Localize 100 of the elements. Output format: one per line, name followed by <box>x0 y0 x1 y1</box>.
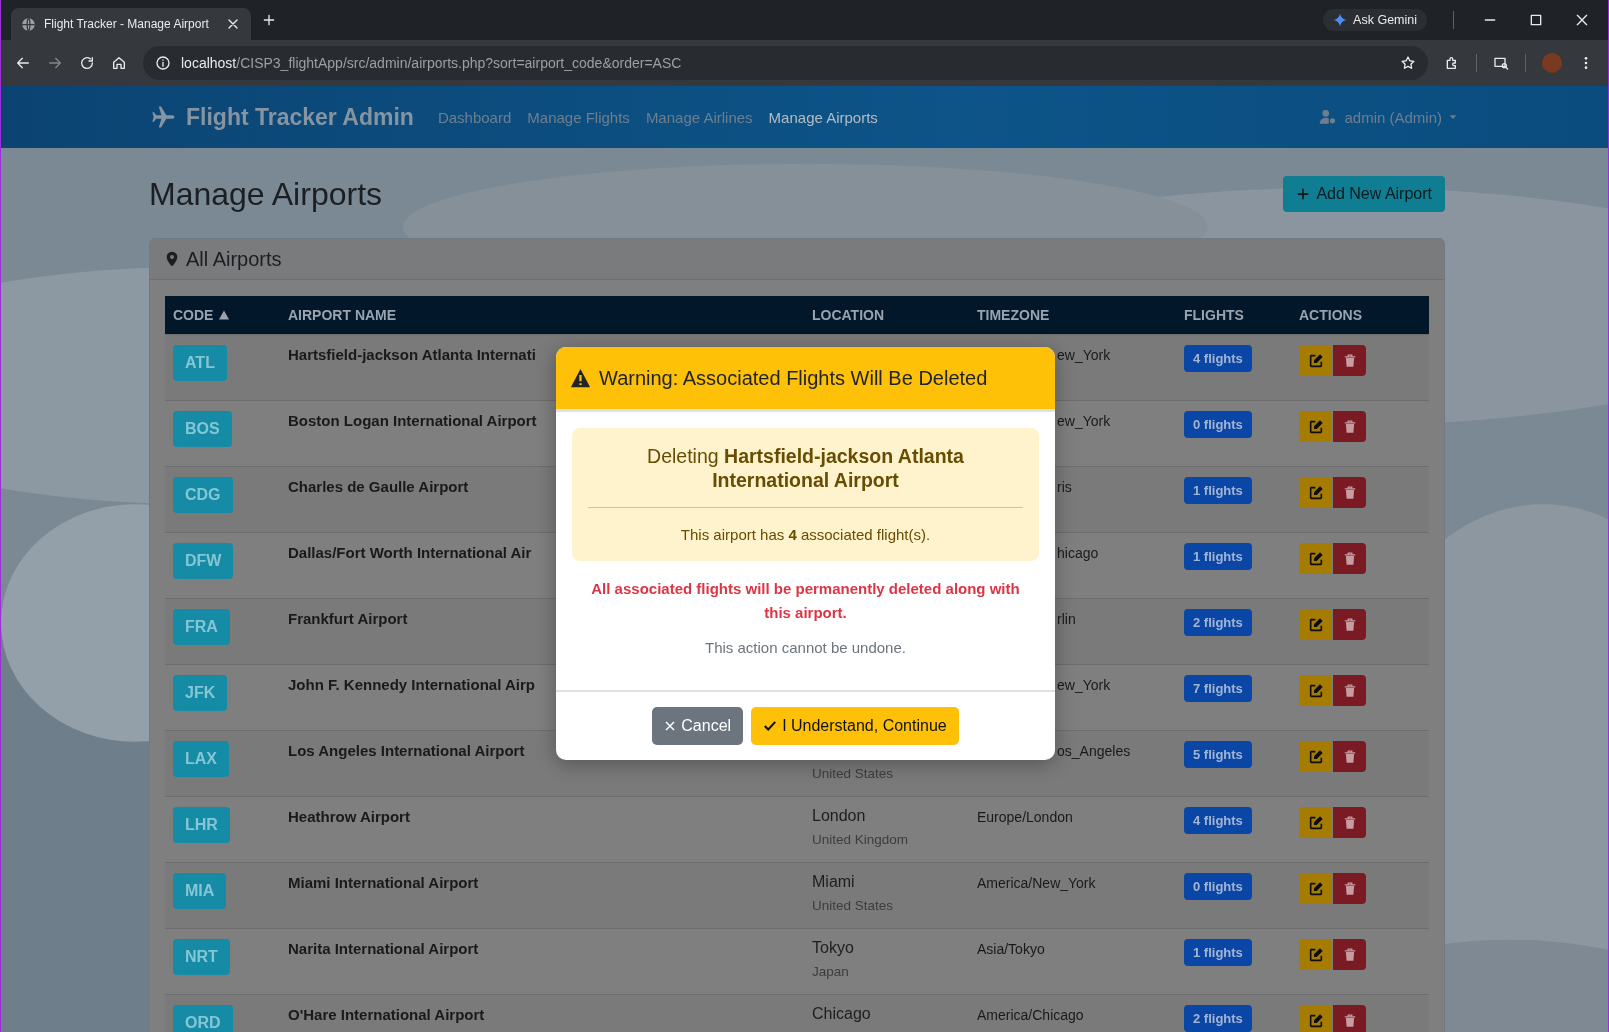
delete-button[interactable] <box>1333 477 1366 508</box>
edit-button[interactable] <box>1299 609 1332 640</box>
timezone-text: ris <box>1057 478 1072 495</box>
url-path: /CISP3_flightApp/src/admin/airports.php?sort=airport_code&order=ASC <box>236 55 682 71</box>
column-header[interactable]: TIMEZONE <box>977 307 1050 323</box>
flights-count: 0 flights <box>1184 411 1252 438</box>
city-text: Miami <box>812 873 855 890</box>
edit-icon <box>1307 616 1324 633</box>
caret-icon <box>1448 112 1458 122</box>
sort-ascending-icon[interactable] <box>218 309 231 321</box>
column-header[interactable]: ACTIONS <box>1299 307 1362 323</box>
trash-icon <box>1342 551 1357 566</box>
nav-link[interactable]: Manage Airports <box>768 108 878 126</box>
edit-button[interactable] <box>1299 411 1332 442</box>
flights-count: 4 flights <box>1184 807 1252 834</box>
flights-count: 1 flights <box>1184 543 1252 570</box>
edit-button[interactable] <box>1299 345 1332 376</box>
column-header[interactable]: CODE <box>173 307 214 323</box>
edit-button[interactable] <box>1299 741 1332 772</box>
airport-code: CDG <box>173 477 233 513</box>
edit-button[interactable] <box>1299 939 1332 970</box>
airport-code: MIA <box>173 873 227 909</box>
country-text: Japan <box>812 964 849 979</box>
flights-count: 0 flights <box>1184 873 1252 900</box>
airport-code: DFW <box>173 543 234 579</box>
plus-icon <box>1296 187 1311 201</box>
address-bar[interactable]: localhost/CISP3_flightApp/src/admin/airports.php?sort=airport_code&order=ASC <box>143 46 1428 80</box>
airport-code: ATL <box>173 345 227 381</box>
browser-tab[interactable]: Flight Tracker - Manage Airport <box>11 8 251 40</box>
page-title: Manage Airports <box>149 175 382 213</box>
city-text: Tokyo <box>812 939 854 956</box>
edit-icon <box>1307 814 1324 831</box>
flights-count: 1 flights <box>1184 477 1252 504</box>
back-icon[interactable] <box>15 55 31 71</box>
trash-icon <box>1342 353 1357 368</box>
delete-button[interactable] <box>1333 1005 1366 1032</box>
add-airport-button[interactable]: Add New Airport <box>1283 176 1445 212</box>
airport-name: Dallas/Fort Worth International Air <box>288 543 532 561</box>
delete-button[interactable] <box>1333 873 1366 904</box>
timezone-text: os_Angeles <box>1057 742 1131 759</box>
delete-button[interactable] <box>1333 345 1366 376</box>
delete-button[interactable] <box>1333 609 1366 640</box>
star-icon[interactable] <box>1400 55 1416 71</box>
maximize-icon[interactable] <box>1528 12 1544 28</box>
cancel-button[interactable]: Cancel <box>652 707 744 745</box>
airport-code: FRA <box>173 609 230 645</box>
edit-button[interactable] <box>1299 873 1332 904</box>
trash-icon <box>1342 947 1357 962</box>
airport-name: Heathrow Airport <box>288 807 410 825</box>
flight-count-text: This airport has 4 associated flight(s). <box>680 526 931 543</box>
close-icon[interactable] <box>1574 12 1590 28</box>
airport-code: NRT <box>173 939 230 975</box>
edit-button[interactable] <box>1299 675 1332 706</box>
trash-icon <box>1342 881 1357 896</box>
edit-icon <box>1307 418 1324 435</box>
trash-icon <box>1342 419 1357 434</box>
assistant-button[interactable]: Ask Gemini <box>1323 9 1427 31</box>
airport-code: LHR <box>173 807 230 843</box>
info-icon[interactable] <box>155 55 171 71</box>
edit-icon <box>1307 1012 1324 1029</box>
column-header[interactable]: AIRPORT NAME <box>288 307 397 323</box>
url-host: localhost <box>181 55 237 71</box>
airport-name: John F. Kennedy International Airp <box>288 675 535 693</box>
trash-icon <box>1342 485 1357 500</box>
warning-icon <box>570 367 591 389</box>
flights-count: 2 flights <box>1184 609 1252 636</box>
delete-button[interactable] <box>1333 411 1366 442</box>
modal-title: Warning: Associated Flights Will Be Deleted <box>599 366 988 390</box>
sparkle-icon <box>1333 13 1348 27</box>
city-text: Chicago <box>812 1005 871 1022</box>
timezone-text: Europe/London <box>977 808 1073 825</box>
edit-button[interactable] <box>1299 543 1332 574</box>
edit-icon <box>1307 880 1324 897</box>
delete-button[interactable] <box>1333 675 1366 706</box>
delete-button[interactable] <box>1333 741 1366 772</box>
check-icon <box>763 719 778 733</box>
airport-code: ORD <box>173 1005 233 1032</box>
delete-button[interactable] <box>1333 543 1366 574</box>
airport-name: Narita International Airport <box>288 939 479 957</box>
forward-icon[interactable] <box>47 55 63 71</box>
home-icon[interactable] <box>111 55 127 71</box>
continue-button[interactable]: I Understand, Continue <box>751 707 959 745</box>
delete-button[interactable] <box>1333 939 1366 970</box>
edit-button[interactable] <box>1299 1005 1332 1032</box>
plus-icon[interactable] <box>261 12 277 28</box>
edit-icon <box>1307 682 1324 699</box>
trash-icon <box>1342 617 1357 632</box>
flights-count: 2 flights <box>1184 1005 1252 1032</box>
trash-icon <box>1342 749 1357 764</box>
edit-button[interactable] <box>1299 807 1332 838</box>
delete-button[interactable] <box>1333 807 1366 838</box>
edit-icon <box>1307 946 1324 963</box>
edit-button[interactable] <box>1299 477 1332 508</box>
timezone-text: ew_York <box>1057 676 1111 693</box>
column-header[interactable]: LOCATION <box>812 307 885 323</box>
timezone-text: America/New_York <box>977 874 1096 891</box>
reload-icon[interactable] <box>79 55 95 71</box>
edit-icon <box>1307 550 1324 567</box>
timezone-text: Asia/Tokyo <box>977 940 1045 957</box>
tab-search-icon[interactable] <box>1493 55 1509 71</box>
